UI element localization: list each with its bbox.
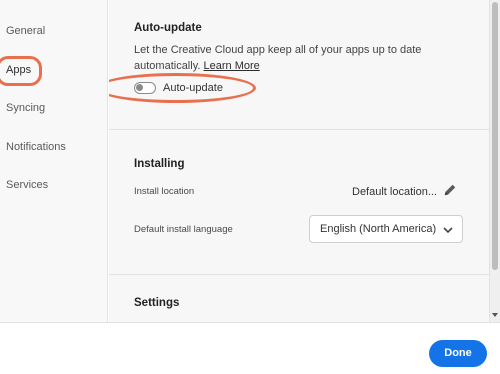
sidebar-item-syncing[interactable]: Syncing [6, 102, 45, 114]
footer: Done [0, 322, 500, 374]
pencil-icon[interactable] [443, 183, 457, 197]
scrollbar-thumb[interactable] [492, 2, 498, 270]
done-button[interactable]: Done [429, 340, 487, 367]
auto-update-title: Auto-update [134, 22, 202, 34]
sidebar-item-services[interactable]: Services [6, 179, 48, 191]
sidebar-item-notifications[interactable]: Notifications [6, 141, 66, 153]
apps-highlight-annotation [0, 56, 42, 86]
settings-panel: Auto-update Let the Creative Cloud app k… [109, 0, 489, 322]
install-location-value[interactable]: Default location... [352, 186, 437, 198]
scroll-down-arrow-icon[interactable] [492, 312, 498, 318]
install-location-label: Install location [134, 186, 195, 197]
installing-section: Installing Install location Default loca… [109, 129, 489, 273]
install-language-label: Default install language [134, 224, 233, 235]
installing-title: Installing [134, 158, 185, 170]
toggle-highlight-annotation [109, 73, 256, 103]
auto-update-description: Let the Creative Cloud app keep all of y… [134, 42, 464, 74]
auto-update-description-text: Let the Creative Cloud app keep all of y… [134, 44, 422, 72]
sidebar: General Apps Syncing Notifications Servi… [0, 0, 108, 322]
install-language-dropdown[interactable]: English (North America) [309, 215, 463, 243]
auto-update-section: Auto-update Let the Creative Cloud app k… [109, 0, 489, 128]
chevron-down-icon [443, 227, 453, 234]
settings-title: Settings [134, 297, 180, 309]
install-language-value: English (North America) [320, 223, 437, 235]
scrollbar[interactable] [489, 0, 500, 322]
settings-section: Settings [109, 274, 489, 322]
learn-more-link[interactable]: Learn More [204, 60, 260, 72]
sidebar-item-general[interactable]: General [6, 25, 45, 37]
